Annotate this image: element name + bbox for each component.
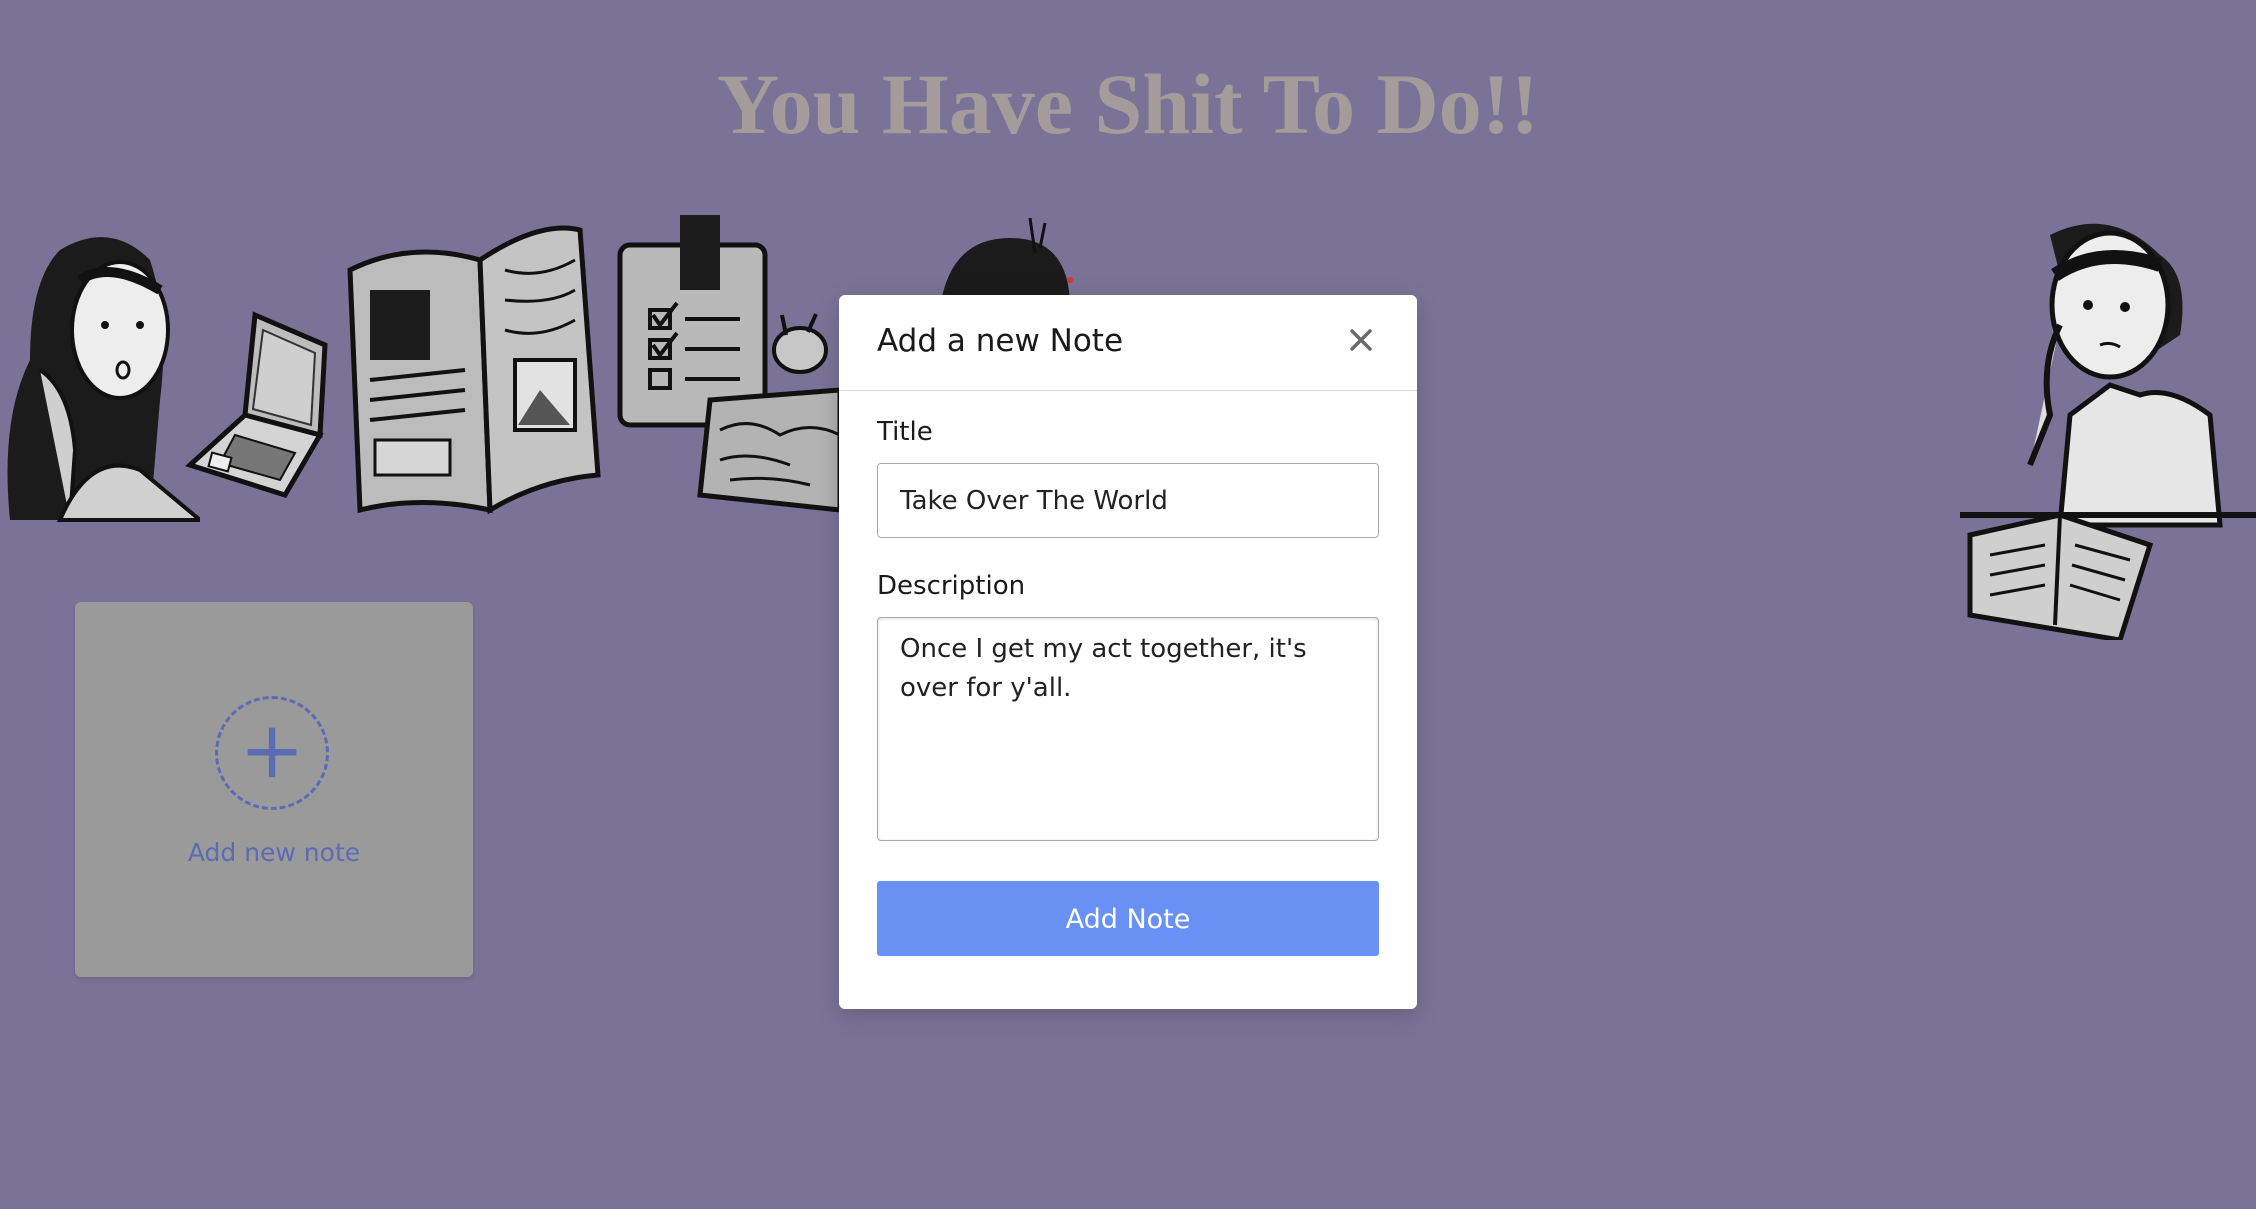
note-paper-illustration (697, 313, 840, 513)
close-icon (1350, 329, 1372, 351)
add-note-circle[interactable]: + (215, 696, 329, 810)
description-input[interactable]: Once I get my act together, it's over fo… (877, 617, 1379, 841)
title-input[interactable] (877, 463, 1379, 538)
description-field-label: Description (877, 571, 1026, 601)
girl-reading-illustration (1960, 223, 2256, 640)
magazine-illustration (347, 225, 601, 515)
add-note-modal: Add a new Note Title Description Once I … (839, 295, 1417, 1009)
add-note-label: Add new note (187, 838, 361, 867)
title-field-label: Title (877, 417, 933, 447)
add-note-card[interactable]: + Add new note (75, 602, 473, 977)
girl-on-phone-illustration (7, 237, 200, 522)
add-note-button[interactable]: Add Note (877, 881, 1379, 956)
modal-header: Add a new Note (839, 295, 1417, 391)
page-title: You Have Shit To Do!! (717, 56, 1539, 152)
close-button[interactable] (1344, 323, 1378, 357)
plus-icon: + (239, 706, 305, 796)
laptop-illustration (185, 311, 328, 498)
modal-title: Add a new Note (877, 323, 1124, 359)
